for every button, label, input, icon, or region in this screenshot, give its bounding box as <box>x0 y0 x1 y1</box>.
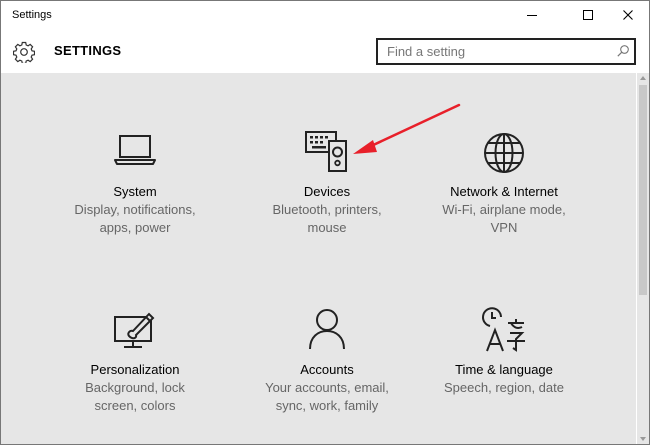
tile-title: Network & Internet <box>450 184 558 199</box>
minimize-button[interactable] <box>509 1 555 29</box>
devices-icon <box>305 131 347 172</box>
tile-network-internet[interactable]: Network & Internet Wi-Fi, airplane mode,… <box>409 73 599 253</box>
tile-title: Personalization <box>90 362 180 377</box>
close-icon <box>623 10 633 20</box>
title-bar[interactable]: Settings <box>1 1 649 29</box>
maximize-icon <box>583 10 593 20</box>
settings-window: Settings SETTINGS Find a setting System … <box>0 0 650 445</box>
globe-icon <box>484 133 524 173</box>
tile-title: Time & language <box>455 362 553 377</box>
person-icon <box>309 309 345 350</box>
tile-devices[interactable]: Devices Bluetooth, printers, mouse <box>232 73 422 253</box>
time-language-icon <box>482 307 525 352</box>
tile-system[interactable]: System Display, notifications, apps, pow… <box>40 73 230 253</box>
window-title: Settings <box>12 9 52 21</box>
tile-description: Wi-Fi, airplane mode, VPN <box>442 202 566 235</box>
tile-title: Accounts <box>300 362 354 377</box>
settings-content: System Display, notifications, apps, pow… <box>1 73 636 444</box>
tile-description: Background, lock screen, colors <box>85 380 185 413</box>
scroll-up-icon[interactable] <box>640 75 646 81</box>
search-input[interactable] <box>378 40 617 63</box>
page-title: SETTINGS <box>54 43 122 58</box>
paintbrush-monitor-icon <box>114 312 155 348</box>
tile-description: Bluetooth, printers, mouse <box>272 202 382 235</box>
search-icon[interactable] <box>616 44 630 58</box>
search-box[interactable] <box>376 38 636 65</box>
tile-title: Devices <box>303 184 351 199</box>
tile-time-language[interactable]: Time & language Speech, region, date <box>409 253 599 433</box>
tile-description: Speech, region, date <box>444 380 564 395</box>
laptop-icon <box>114 135 156 165</box>
scroll-down-icon[interactable] <box>640 436 646 442</box>
gear-icon <box>13 41 35 63</box>
tile-title: System <box>113 184 157 199</box>
tile-personalization[interactable]: Personalization Background, lock screen,… <box>40 253 230 433</box>
scrollbar-thumb[interactable] <box>639 85 647 295</box>
tile-accounts[interactable]: Accounts Your accounts, email, sync, wor… <box>232 253 422 433</box>
vertical-scrollbar[interactable] <box>637 73 649 444</box>
tile-description: Display, notifications, apps, power <box>74 202 196 235</box>
close-button[interactable] <box>605 1 649 29</box>
tile-description: Your accounts, email, sync, work, family <box>265 380 389 413</box>
minimize-icon <box>527 15 537 16</box>
